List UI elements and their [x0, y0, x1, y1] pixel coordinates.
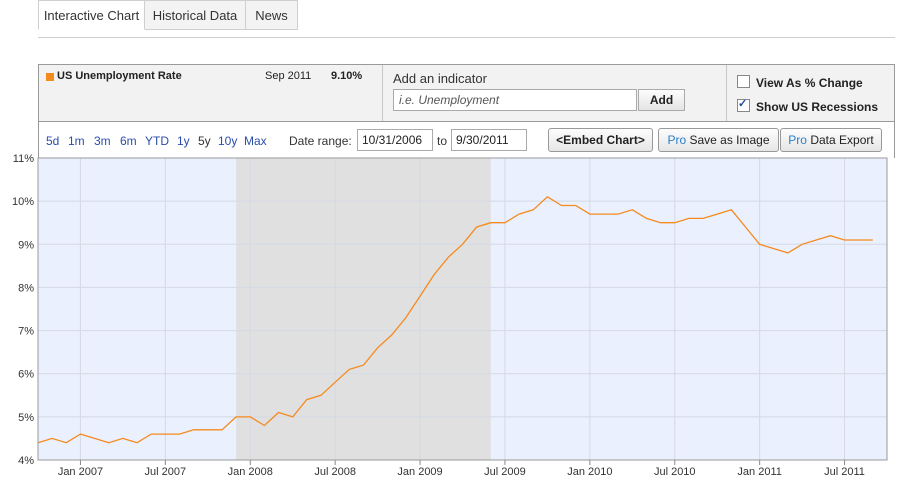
x-tick-label: Jul 2009: [484, 466, 526, 478]
x-tick-label: Jul 2010: [654, 466, 696, 478]
y-tick-label: 7%: [18, 326, 34, 338]
x-tick-label: Jan 2008: [228, 466, 273, 478]
y-tick-label: 9%: [18, 239, 34, 251]
x-tick-label: Jan 2010: [567, 466, 612, 478]
x-tick-label: Jan 2009: [397, 466, 442, 478]
x-tick-label: Jan 2007: [58, 466, 103, 478]
x-tick-label: Jul 2008: [314, 466, 356, 478]
x-tick-label: Jul 2007: [145, 466, 187, 478]
unemployment-chart[interactable]: 4% 5% 6% 7% 8% 9% 10% 11% Jan 2007 Jul 2007 Jan 20…: [0, 0, 910, 490]
y-tick-label: 8%: [18, 282, 34, 294]
y-tick-label: 11%: [13, 153, 34, 165]
y-tick-label: 10%: [12, 196, 34, 208]
tab-interactive-chart[interactable]: Interactive Chart: [38, 0, 145, 30]
y-tick-label: 5%: [18, 412, 34, 424]
x-tick-label: Jan 2011: [737, 466, 781, 478]
y-tick-label: 6%: [18, 369, 34, 381]
x-tick-label: Jul 2011: [824, 466, 865, 478]
y-tick-label: 4%: [18, 455, 34, 467]
recession-shade: [236, 158, 491, 460]
